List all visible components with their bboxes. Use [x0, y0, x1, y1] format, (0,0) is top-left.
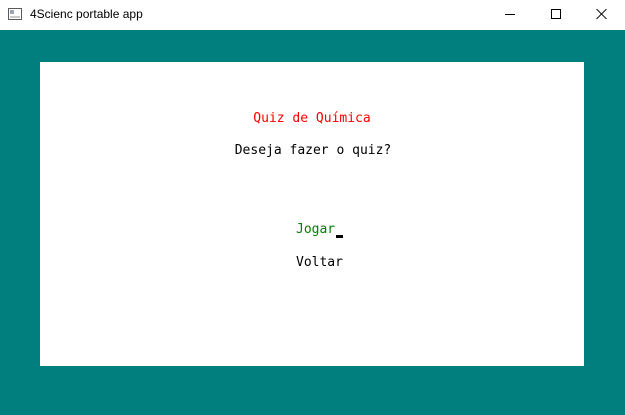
title-bar[interactable]: 4Scienc portable app — [0, 0, 625, 30]
app-window-icon — [8, 8, 22, 20]
maximize-icon — [551, 9, 561, 19]
close-button[interactable] — [579, 0, 625, 30]
text-cursor — [336, 235, 343, 238]
minimize-button[interactable] — [487, 0, 533, 30]
quiz-question: Deseja fazer o quiz? — [234, 143, 392, 158]
window-title: 4Scienc portable app — [30, 7, 143, 21]
close-icon — [596, 8, 608, 20]
app-window: 4Scienc portable app Quiz de Química Des… — [0, 0, 625, 415]
menu-option-back[interactable]: Voltar — [296, 255, 343, 271]
minimize-icon — [505, 14, 515, 15]
console-area: Quiz de Química Deseja fazer o quiz? Jog… — [0, 30, 625, 415]
menu-option-play[interactable]: Jogar — [296, 222, 335, 238]
quiz-title: Quiz de Química — [253, 111, 371, 126]
quiz-panel: Quiz de Química Deseja fazer o quiz? Jog… — [40, 62, 584, 366]
maximize-button[interactable] — [533, 0, 579, 30]
